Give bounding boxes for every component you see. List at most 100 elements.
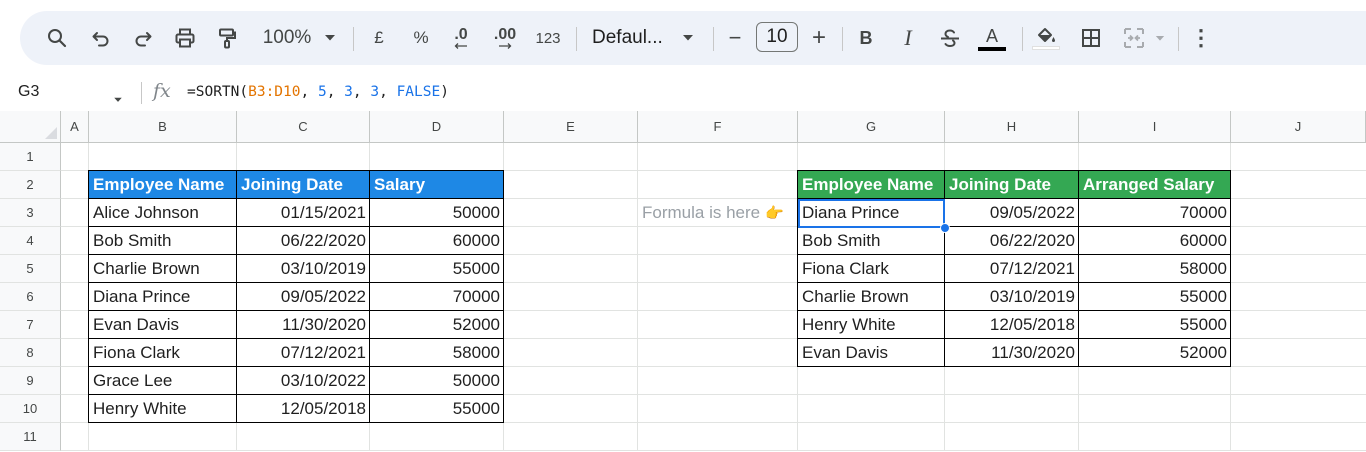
text-color-button[interactable]: A [976,11,1008,65]
source-table-cell[interactable]: 06/22/2020 [237,227,370,255]
result-table-cell[interactable]: Bob Smith [798,227,945,255]
source-table-cell[interactable]: Grace Lee [89,367,237,395]
source-table-cell[interactable]: 50000 [370,367,504,395]
result-table-cell[interactable]: 11/30/2020 [945,339,1079,367]
column-header-j[interactable]: J [1231,111,1366,142]
source-table-cell[interactable]: 03/10/2022 [237,367,370,395]
increase-font-size-button[interactable]: + [806,11,832,65]
name-box[interactable]: G3 [18,83,39,101]
source-table-cell[interactable]: 55000 [370,395,504,423]
source-table-cell[interactable]: Charlie Brown [89,255,237,283]
row-header-8[interactable]: 8 [0,339,61,367]
result-table-header-cell[interactable]: Arranged Salary [1079,171,1231,199]
merge-cells-button[interactable] [1118,11,1150,65]
font-family-select[interactable]: Defaul... [592,11,668,65]
source-table-header-cell[interactable]: Employee Name [89,171,237,199]
row-header-3[interactable]: 3 [0,199,61,227]
result-table-cell[interactable]: Charlie Brown [798,283,945,311]
row-header-11[interactable]: 11 [0,423,61,451]
fill-color-button[interactable] [1030,11,1062,65]
source-table-header-cell[interactable]: Salary [370,171,504,199]
zoom-dropdown-button[interactable] [320,11,340,65]
paint-format-button[interactable] [212,11,242,65]
zoom-select[interactable]: 100% [256,11,318,65]
result-table-header-cell[interactable]: Joining Date [945,171,1079,199]
result-table-header-cell[interactable]: Employee Name [798,171,945,199]
search-menus-button[interactable] [42,11,72,65]
result-table-cell[interactable]: 60000 [1079,227,1231,255]
row-header-4[interactable]: 4 [0,227,61,255]
increase-decimal-button[interactable]: .00 [488,11,522,65]
spreadsheet-grid[interactable]: A B C D E F G H I J 1 2 3 4 5 6 7 8 9 10 11 Employee Name Join… [0,111,1366,452]
more-options-button[interactable]: ⋮ [1188,11,1214,65]
source-table-cell[interactable]: 58000 [370,339,504,367]
source-table-cell[interactable]: 09/05/2022 [237,283,370,311]
result-table-cell[interactable]: 09/05/2022 [945,199,1079,227]
source-table-header-cell[interactable]: Joining Date [237,171,370,199]
decrease-decimal-button[interactable]: .0 [446,11,476,65]
bold-button[interactable]: B [852,11,880,65]
source-table-cell[interactable]: 52000 [370,311,504,339]
strikethrough-button[interactable] [936,11,964,65]
source-table-cell[interactable]: Evan Davis [89,311,237,339]
font-size-input[interactable]: 10 [756,22,798,52]
print-button[interactable] [170,11,200,65]
formula-input[interactable]: =SORTN(B3:D10, 5, 3, 3, FALSE) [187,84,449,100]
more-formats-button[interactable]: 123 [532,11,564,65]
undo-button[interactable] [86,11,116,65]
column-header-e[interactable]: E [504,111,638,142]
source-table-cell[interactable]: Diana Prince [89,283,237,311]
row-header-6[interactable]: 6 [0,283,61,311]
name-box-dropdown[interactable] [113,90,123,108]
source-table-cell[interactable]: 55000 [370,255,504,283]
borders-button[interactable] [1076,11,1106,65]
source-table-cell[interactable]: Henry White [89,395,237,423]
italic-button[interactable]: I [894,11,922,65]
column-header-i[interactable]: I [1079,111,1231,142]
row-header-5[interactable]: 5 [0,255,61,283]
result-table-cell[interactable]: Evan Davis [798,339,945,367]
result-table-cell[interactable]: 52000 [1079,339,1231,367]
format-currency-button[interactable]: £ [366,11,392,65]
column-header-d[interactable]: D [370,111,504,142]
column-header-b[interactable]: B [89,111,237,142]
result-table-cell[interactable]: 55000 [1079,311,1231,339]
column-header-f[interactable]: F [638,111,798,142]
column-header-h[interactable]: H [945,111,1079,142]
source-table-cell[interactable]: 70000 [370,283,504,311]
font-family-dropdown-button[interactable] [680,11,696,65]
source-table-cell[interactable]: Bob Smith [89,227,237,255]
format-percent-button[interactable]: % [406,11,436,65]
row-header-1[interactable]: 1 [0,143,61,171]
row-header-2[interactable]: 2 [0,171,61,199]
source-table-cell[interactable]: 07/12/2021 [237,339,370,367]
row-header-7[interactable]: 7 [0,311,61,339]
source-table-cell[interactable]: Fiona Clark [89,339,237,367]
active-cell-selection[interactable] [798,199,945,228]
source-table-cell[interactable]: 01/15/2021 [237,199,370,227]
source-table-cell[interactable]: 60000 [370,227,504,255]
column-header-c[interactable]: C [237,111,370,142]
result-table-cell[interactable]: 07/12/2021 [945,255,1079,283]
source-table-cell[interactable]: 03/10/2019 [237,255,370,283]
row-header-10[interactable]: 10 [0,395,61,423]
source-table-cell[interactable]: 12/05/2018 [237,395,370,423]
merge-dropdown-button[interactable] [1152,11,1168,65]
result-table-cell[interactable]: 06/22/2020 [945,227,1079,255]
redo-button[interactable] [128,11,158,65]
result-table-cell[interactable]: 03/10/2019 [945,283,1079,311]
fill-handle[interactable] [940,223,950,233]
result-table-cell[interactable]: Henry White [798,311,945,339]
decrease-font-size-button[interactable]: − [722,11,748,65]
result-table-cell[interactable]: 58000 [1079,255,1231,283]
source-table-cell[interactable]: 11/30/2020 [237,311,370,339]
row-header-9[interactable]: 9 [0,367,61,395]
result-table-cell[interactable]: 70000 [1079,199,1231,227]
result-table-cell[interactable]: 12/05/2018 [945,311,1079,339]
result-table-cell[interactable]: Fiona Clark [798,255,945,283]
column-header-a[interactable]: A [61,111,89,142]
result-table-cell[interactable]: 55000 [1079,283,1231,311]
column-header-g[interactable]: G [798,111,945,142]
select-all-corner[interactable] [0,111,61,142]
source-table-cell[interactable]: Alice Johnson [89,199,237,227]
